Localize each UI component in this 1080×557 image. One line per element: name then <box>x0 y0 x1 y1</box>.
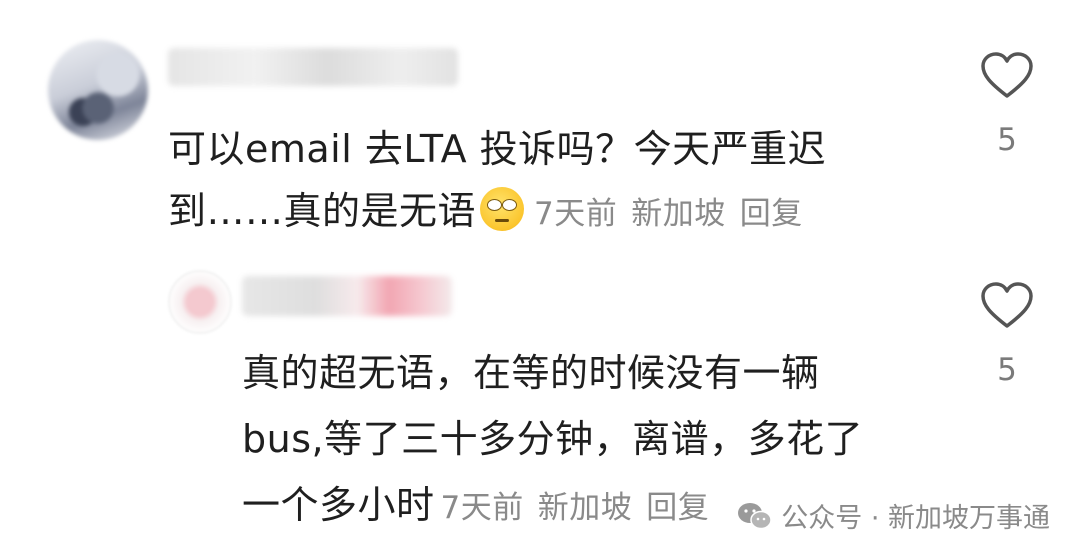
like-count: 5 <box>997 122 1017 158</box>
heart-icon[interactable] <box>980 52 1034 100</box>
comment-text-line: 真的超无语，在等的时候没有一辆 <box>242 351 820 395</box>
comment-time: 7天前 <box>534 196 618 232</box>
comment-text-line: 可以email 去LTA 投诉吗？今天严重迟 <box>168 127 827 171</box>
heart-icon[interactable] <box>980 282 1034 330</box>
watermark: 公众号 · 新加坡万事通 <box>737 496 1050 535</box>
comment-time: 7天前 <box>440 490 524 526</box>
like-control[interactable]: 5 <box>967 52 1047 158</box>
comment-text-fragment: 到……真的是无语 <box>168 189 477 233</box>
reply-author-name-blurred[interactable] <box>242 276 452 316</box>
watermark-text: 公众号 · 新加坡万事通 <box>781 503 1050 534</box>
reply-button[interactable]: 回复 <box>740 196 803 232</box>
reply-button[interactable]: 回复 <box>646 490 709 526</box>
wechat-icon <box>737 501 773 531</box>
comment-body: 可以email 去LTA 投诉吗？今天严重迟 到……真的是无语 7天前 新加坡 回复 <box>168 118 908 245</box>
comment-meta: 7天前 新加坡 回复 <box>441 490 724 526</box>
commenter-name-blurred[interactable] <box>168 48 458 86</box>
comment-location: 新加坡 <box>537 490 633 526</box>
comment-text-line: bus,等了三十多分钟，离谱，多花了 <box>242 417 864 461</box>
rolling-eyes-emoji-icon <box>480 187 525 231</box>
like-control[interactable]: 5 <box>967 282 1047 388</box>
commenter-avatar[interactable] <box>48 40 148 140</box>
comment-location: 新加坡 <box>631 196 726 232</box>
like-count: 5 <box>997 352 1017 388</box>
reply-avatar[interactable] <box>168 270 232 334</box>
comment-meta: 7天前 新加坡 回复 <box>534 196 817 232</box>
comment-text-fragment: 一个多小时 <box>242 483 435 527</box>
comment-text-line: 到……真的是无语 7天前 新加坡 回复 <box>168 180 908 245</box>
